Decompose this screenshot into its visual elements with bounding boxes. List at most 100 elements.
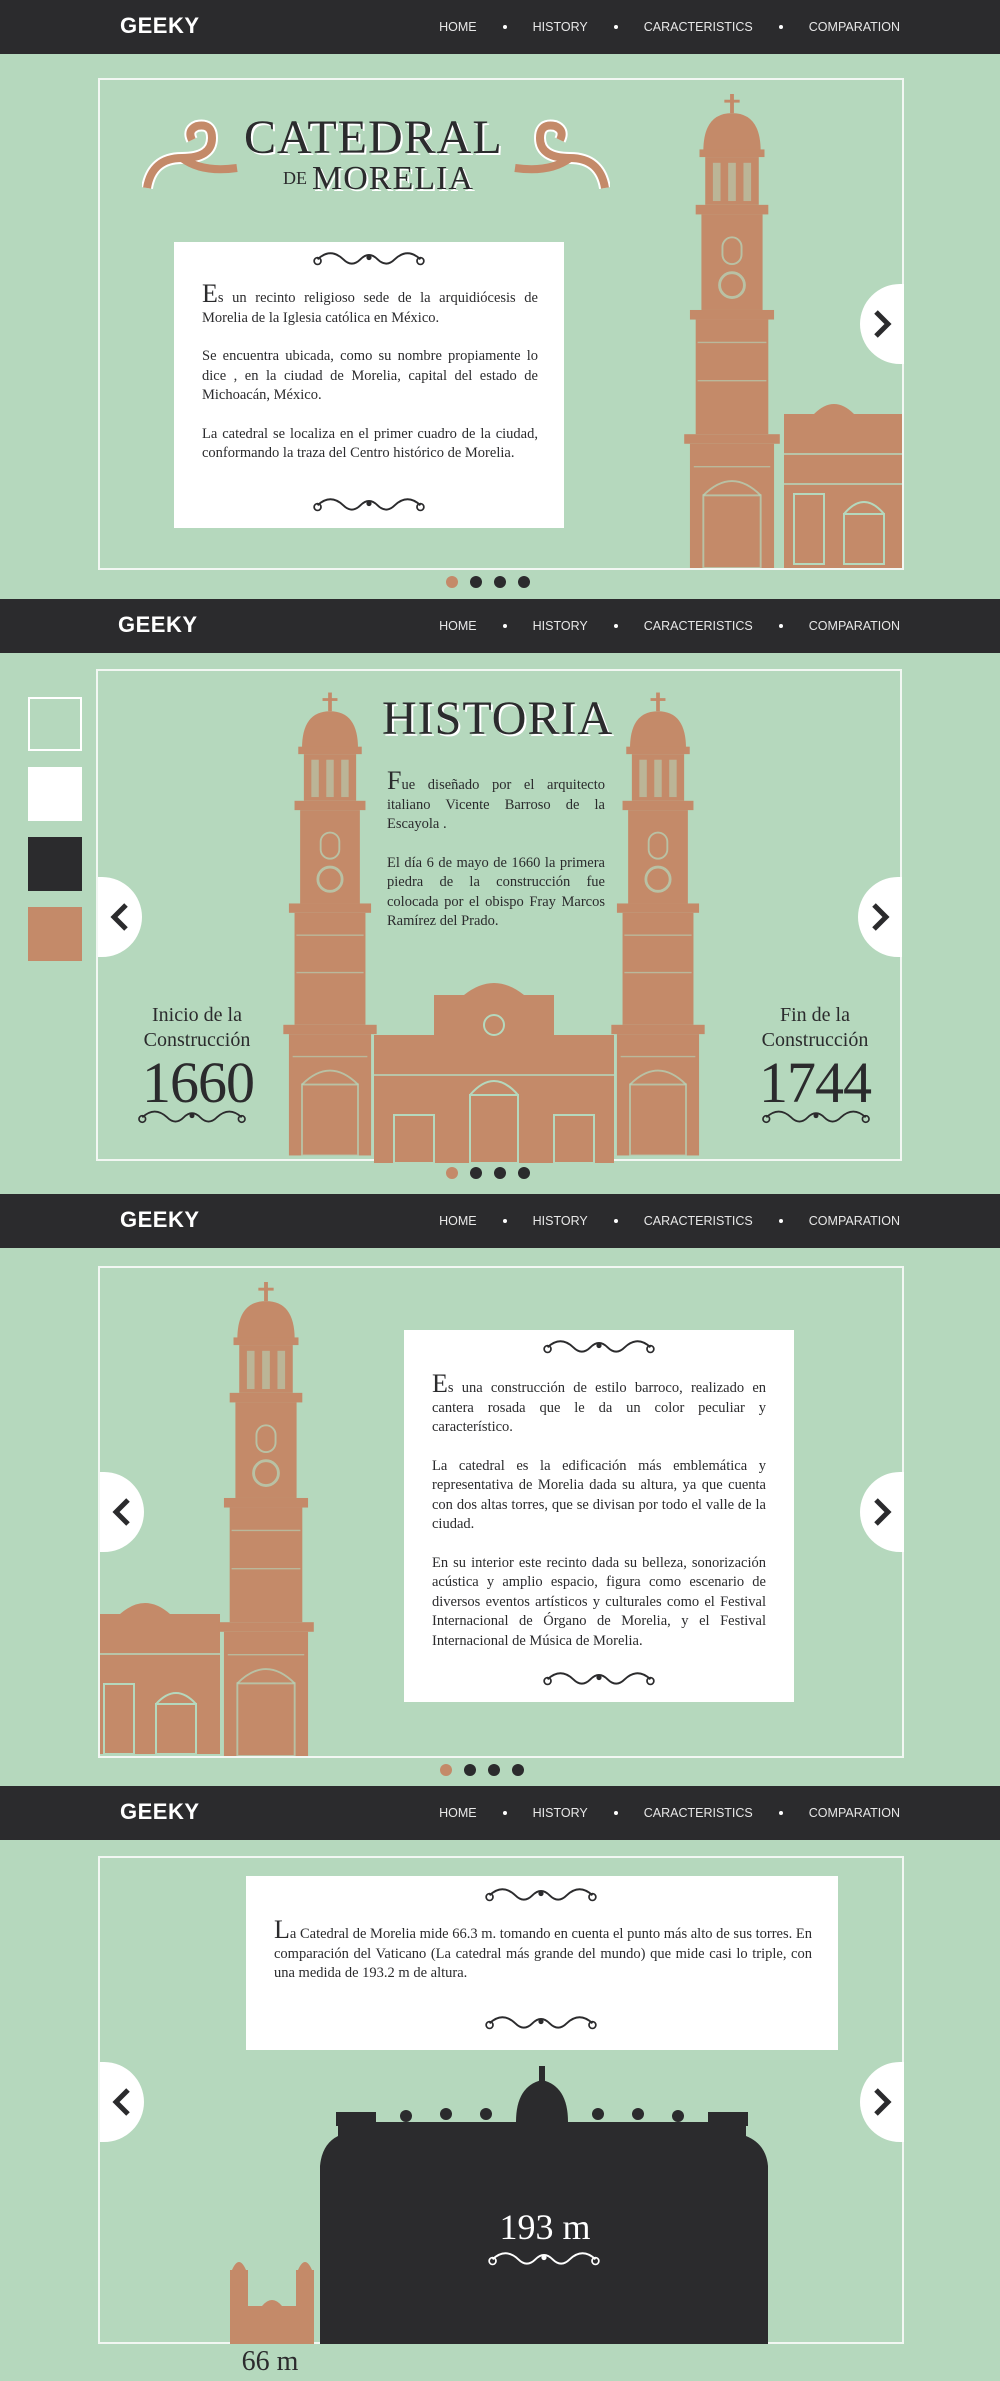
end-label-line-1: Fin de la: [780, 1004, 850, 1026]
history-paragraph-2: El día 6 de mayo de 1660 la primera pied…: [387, 854, 605, 930]
chevron-right-icon: [874, 2088, 892, 2116]
nav-home[interactable]: HOME: [439, 1214, 477, 1228]
intro-paragraph-1: s un recinto religioso sede de la arquid…: [202, 290, 538, 326]
logo[interactable]: GEEKY: [120, 1799, 200, 1825]
carousel-dot-active[interactable]: [446, 1167, 458, 1179]
carousel-dot[interactable]: [494, 1167, 506, 1179]
cathedral-tower-illustration: [206, 1282, 326, 1756]
nav-home[interactable]: HOME: [439, 619, 477, 633]
cathedral-facade-illustration: [784, 394, 902, 568]
chevron-right-icon: [872, 903, 890, 931]
ornament-icon: [758, 1109, 874, 1129]
navbar: GEEKY HOME HISTORY CARACTERISTICS COMPAR…: [0, 0, 1000, 54]
drop-cap: E: [202, 279, 218, 308]
navbar: GEEKY HOME HISTORY CARACTERISTICS COMPAR…: [0, 1786, 1000, 1840]
chevron-left-icon: [110, 903, 128, 931]
nav-home[interactable]: HOME: [439, 20, 477, 34]
characteristics-paragraph-1: s una construcción de estilo barroco, re…: [432, 1380, 766, 1435]
nav-separator: [502, 624, 507, 628]
start-label-line-1: Inicio de la: [152, 1004, 242, 1026]
nav-separator: [613, 1811, 618, 1815]
nav-history[interactable]: HISTORY: [533, 20, 588, 34]
page-subtitle: MORELIA: [312, 160, 474, 197]
history-text: Fue diseñado por el arquitecto italiano …: [387, 768, 605, 932]
logo[interactable]: GEEKY: [118, 612, 198, 638]
nav-separator: [613, 25, 618, 29]
color-swatch[interactable]: [28, 697, 82, 751]
carousel-dot[interactable]: [470, 1167, 482, 1179]
nav-history[interactable]: HISTORY: [533, 1214, 588, 1228]
ornament-icon: [484, 2250, 604, 2272]
nav-caracteristics[interactable]: CARACTERISTICS: [644, 619, 753, 633]
slide-comparison: La Catedral de Morelia mide 66.3 m. toma…: [0, 1840, 1000, 2381]
ornament-top-icon: [539, 1338, 659, 1360]
chevron-right-icon: [874, 1498, 892, 1526]
logo[interactable]: GEEKY: [120, 13, 200, 39]
nav-history[interactable]: HISTORY: [533, 619, 588, 633]
carousel-dot[interactable]: [488, 1764, 500, 1776]
intro-text: Es un recinto religioso sede de la arqui…: [202, 281, 538, 483]
carousel-dots: [446, 576, 530, 588]
nav-comparation[interactable]: COMPARATION: [809, 619, 900, 633]
morelia-height: 66 m: [241, 2346, 299, 2377]
end-label: Fin de la Construcción: [740, 1003, 890, 1053]
carousel-dots: [446, 1167, 530, 1179]
central-facade-icon: [374, 983, 614, 1163]
carousel-dot-active[interactable]: [440, 1764, 452, 1776]
nav-separator: [613, 624, 618, 628]
comparison-card: La Catedral de Morelia mide 66.3 m. toma…: [246, 1876, 838, 2050]
title-ornament-left-icon: [142, 118, 252, 198]
carousel-dot[interactable]: [464, 1764, 476, 1776]
nav-caracteristics[interactable]: CARACTERISTICS: [644, 20, 753, 34]
carousel-dot[interactable]: [518, 1167, 530, 1179]
nav-separator: [778, 624, 783, 628]
start-year: 1660: [142, 1050, 255, 1115]
chevron-left-icon: [112, 1498, 130, 1526]
nav-comparation[interactable]: COMPARATION: [809, 1806, 900, 1820]
end-year: 1744: [759, 1050, 872, 1115]
cathedral-facade-illustration: [100, 1594, 220, 1754]
slide-intro: CATEDRAL DE MORELIA Es un recinto religi…: [0, 54, 1000, 599]
comparison-paragraph: a Catedral de Morelia mide 66.3 m. toman…: [274, 1926, 812, 1981]
carousel-dot[interactable]: [518, 576, 530, 588]
nav-comparation[interactable]: COMPARATION: [809, 20, 900, 34]
carousel-dot-active[interactable]: [446, 576, 458, 588]
nav-comparation[interactable]: COMPARATION: [809, 1214, 900, 1228]
nav-menu: HOME HISTORY CARACTERISTICS COMPARATION: [439, 0, 900, 54]
logo[interactable]: GEEKY: [120, 1207, 200, 1233]
cathedral-tower-illustration: [672, 94, 792, 568]
morelia-cathedral-small-illustration: [226, 2250, 318, 2344]
carousel-dots: [440, 1764, 524, 1776]
ornament-bottom-icon: [309, 496, 429, 518]
characteristics-paragraph-3: En su interior este recinto dada su bell…: [432, 1554, 766, 1649]
ornament-icon: [134, 1109, 250, 1129]
color-swatch[interactable]: [28, 767, 82, 821]
color-swatch[interactable]: [28, 907, 82, 961]
nav-separator: [502, 1219, 507, 1223]
ornament-top-icon: [481, 1886, 601, 1908]
drop-cap: L: [274, 1915, 290, 1944]
characteristics-text: Es una construcción de estilo barroco, r…: [432, 1371, 766, 1670]
start-label: Inicio de la Construcción: [122, 1003, 272, 1053]
history-paragraph-1: ue diseñado por el arquitecto italiano V…: [387, 777, 605, 832]
carousel-dot[interactable]: [494, 576, 506, 588]
vatican-silhouette-illustration: [316, 2066, 768, 2344]
title-ornament-right-icon: [500, 118, 610, 198]
nav-separator: [778, 1219, 783, 1223]
intro-card: Es un recinto religioso sede de la arqui…: [174, 242, 564, 528]
chevron-right-icon: [874, 310, 892, 338]
nav-home[interactable]: HOME: [439, 1806, 477, 1820]
navbar: GEEKY HOME HISTORY CARACTERISTICS COMPAR…: [0, 599, 1000, 653]
nav-caracteristics[interactable]: CARACTERISTICS: [644, 1214, 753, 1228]
nav-menu: HOME HISTORY CARACTERISTICS COMPARATION: [439, 1786, 900, 1840]
nav-separator: [502, 25, 507, 29]
nav-history[interactable]: HISTORY: [533, 1806, 588, 1820]
right-tower-icon: [602, 685, 714, 1163]
color-swatch[interactable]: [28, 837, 82, 891]
carousel-dot[interactable]: [470, 576, 482, 588]
navbar: GEEKY HOME HISTORY CARACTERISTICS COMPAR…: [0, 1194, 1000, 1248]
carousel-dot[interactable]: [512, 1764, 524, 1776]
nav-caracteristics[interactable]: CARACTERISTICS: [644, 1806, 753, 1820]
characteristics-paragraph-2: La catedral es la edificación más emblem…: [432, 1457, 766, 1533]
drop-cap: F: [387, 766, 402, 795]
